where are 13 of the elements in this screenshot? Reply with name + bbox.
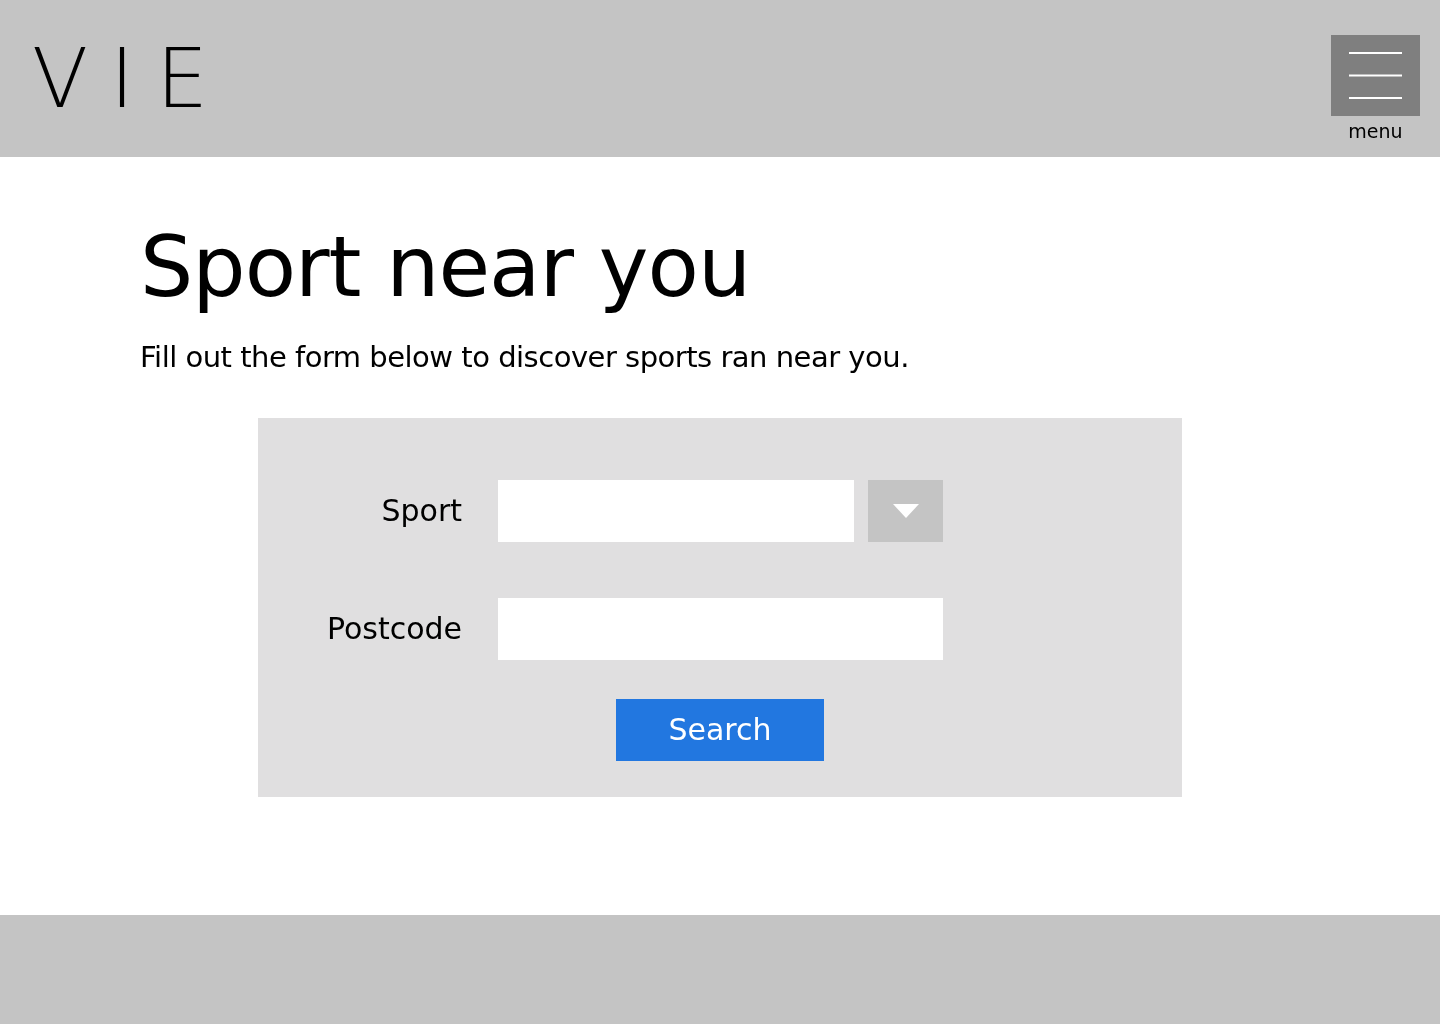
page-title: Sport near you bbox=[140, 217, 752, 318]
dropdown-button[interactable] bbox=[868, 479, 943, 542]
caret-icon bbox=[892, 503, 919, 518]
field-label: Postcode bbox=[325, 611, 462, 647]
sport-select-field[interactable] bbox=[498, 479, 854, 542]
site-logo: VIE bbox=[32, 38, 231, 120]
postcode-input-field[interactable] bbox=[498, 597, 943, 660]
search-button[interactable]: Search bbox=[616, 698, 824, 761]
intro-text: Fill out the form below to discover sports ran near you. bbox=[140, 339, 910, 374]
field-label: Sport bbox=[380, 493, 462, 529]
menu-button[interactable] bbox=[1331, 35, 1420, 116]
menu-icon bbox=[1349, 52, 1402, 99]
menu-label: menu bbox=[1348, 120, 1403, 142]
